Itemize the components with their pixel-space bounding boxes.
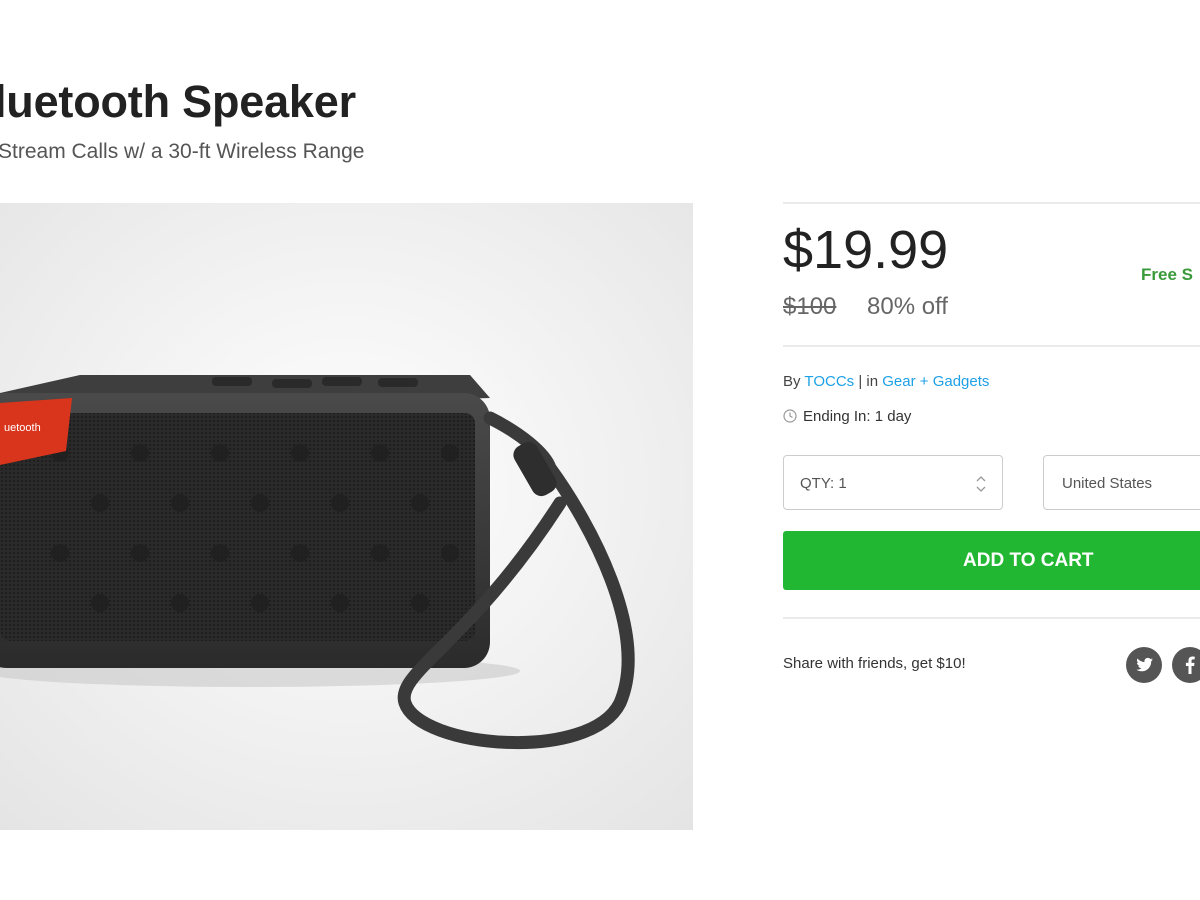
up-down-chevron-icon [976, 474, 986, 499]
free-shipping-label: Free S [1141, 265, 1193, 284]
quantity-value: QTY: 1 [800, 475, 847, 492]
country-select[interactable]: United States [1043, 455, 1200, 510]
clock-icon [783, 409, 797, 427]
by-label: By [783, 373, 801, 390]
vendor-line: By TOCCs | in Gear + Gadgets [783, 373, 989, 390]
twitter-share-button[interactable] [1126, 647, 1162, 683]
share-text: Share with friends, get $10! [783, 655, 966, 672]
share-divider [783, 617, 1200, 619]
add-to-cart-label: ADD TO CART [963, 550, 1094, 571]
ending-line: Ending In: 1 day [783, 408, 911, 427]
facebook-icon [1185, 656, 1195, 674]
original-price: $100 [783, 293, 837, 320]
quantity-select[interactable]: QTY: 1 [783, 455, 1003, 510]
twitter-icon [1136, 657, 1153, 672]
product-image: uetooth [0, 203, 693, 830]
ending-label: Ending In: 1 day [803, 408, 912, 425]
price-top-divider [783, 202, 1200, 204]
add-to-cart-button[interactable]: ADD TO CART [783, 531, 1200, 590]
in-label: in [866, 373, 879, 390]
facebook-share-button[interactable] [1172, 647, 1200, 683]
price-bottom-divider [783, 345, 1200, 347]
category-link[interactable]: Gear + Gadgets [882, 373, 989, 390]
product-subtitle: Stream Calls w/ a 30-ft Wireless Range [0, 140, 365, 163]
country-value: United States [1062, 475, 1153, 492]
product-title: luetooth Speaker [0, 76, 356, 127]
svg-text:uetooth: uetooth [4, 422, 41, 434]
vendor-link[interactable]: TOCCs [804, 373, 854, 390]
meta-separator: | [858, 373, 863, 390]
discount-label: 80% off [867, 293, 948, 320]
price: $19.99 [783, 220, 949, 280]
